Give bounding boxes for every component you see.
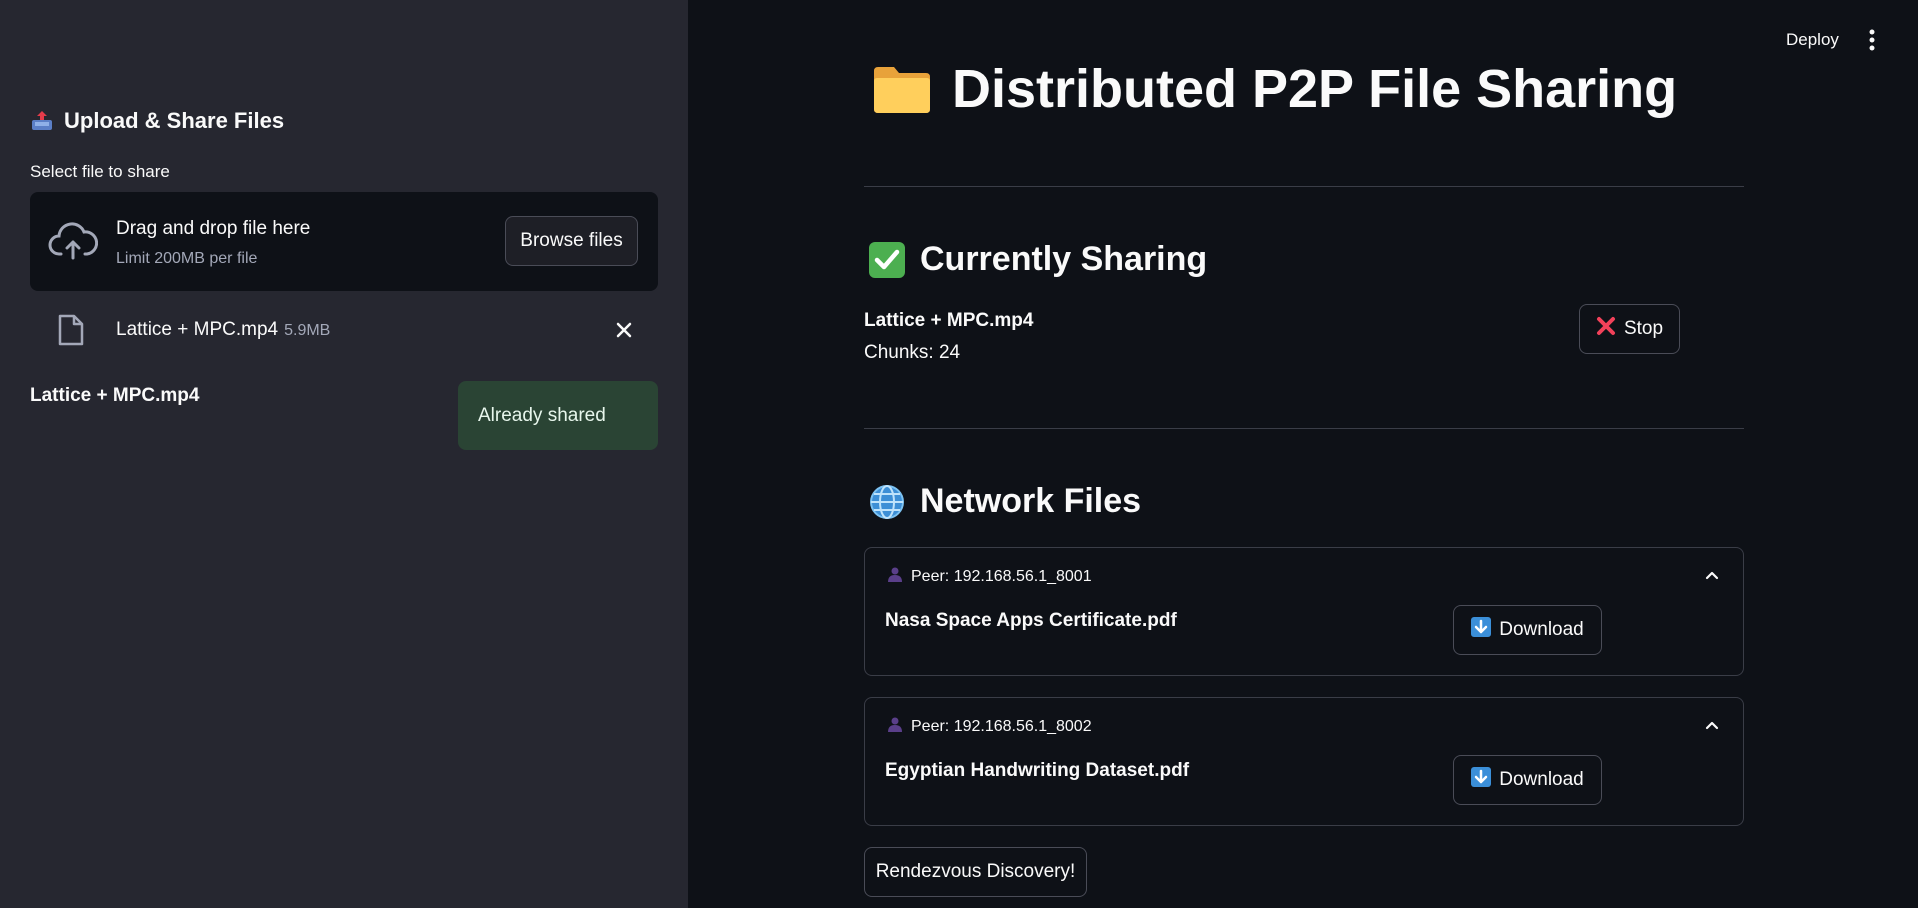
page-title: Distributed P2P File Sharing <box>872 58 1677 120</box>
peer-expander: Peer: 192.168.56.1_8002 Egyptian Handwri… <box>864 697 1744 826</box>
download-button[interactable]: Download <box>1453 605 1602 655</box>
divider <box>864 186 1744 187</box>
divider <box>864 428 1744 429</box>
current-file-name: Lattice + MPC.mp4 <box>864 310 1034 331</box>
sidebar-title-text: Upload & Share Files <box>64 108 285 133</box>
rendezvous-discovery-button[interactable]: Rendezvous Discovery! <box>864 847 1087 897</box>
download-label: Download <box>1499 769 1584 790</box>
file-select-label: Select file to share <box>30 162 170 181</box>
stop-sharing-button[interactable]: Stop <box>1579 304 1680 354</box>
uploaded-file-row: Lattice + MPC.mp4 5.9MB <box>30 305 658 355</box>
uploaded-file-size: 5.9MB <box>284 322 331 339</box>
cloud-upload-icon <box>48 220 99 262</box>
peer-label: Peer: 192.168.56.1_8002 <box>911 717 1092 735</box>
download-label: Download <box>1499 619 1584 640</box>
currently-sharing-heading-text: Currently Sharing <box>920 240 1208 278</box>
sidebar-title: Upload & Share Files <box>30 108 284 134</box>
current-file-chunks: Chunks: 24 <box>864 342 961 363</box>
network-file-name: Nasa Space Apps Certificate.pdf <box>885 610 1177 631</box>
user-icon <box>887 716 903 737</box>
cross-mark-icon <box>1596 316 1616 342</box>
dropzone-limit: Limit 200MB per file <box>116 250 258 267</box>
currently-sharing-heading: Currently Sharing <box>868 240 1207 279</box>
peer-label: Peer: 192.168.56.1_8001 <box>911 567 1092 585</box>
chevron-up-icon[interactable] <box>1703 566 1721 584</box>
uploaded-file-name: Lattice + MPC.mp4 5.9MB <box>116 319 330 341</box>
network-file-name: Egyptian Handwriting Dataset.pdf <box>885 760 1190 781</box>
down-arrow-icon <box>1471 617 1492 643</box>
network-files-heading: Network Files <box>868 482 1141 521</box>
globe-icon <box>868 483 906 521</box>
page-title-text: Distributed P2P File Sharing <box>952 59 1678 119</box>
already-shared-alert: Already shared <box>458 381 658 450</box>
user-icon <box>887 566 903 587</box>
down-arrow-icon <box>1471 767 1492 793</box>
chevron-up-icon[interactable] <box>1703 716 1721 734</box>
outbox-tray-icon <box>30 109 54 133</box>
more-options-icon[interactable] <box>1864 28 1880 52</box>
folder-icon <box>872 63 932 115</box>
dropzone-text: Drag and drop file here <box>116 218 311 239</box>
file-dropzone[interactable]: Drag and drop file here Limit 200MB per … <box>30 192 658 291</box>
file-icon <box>58 314 84 346</box>
peer-expander-header[interactable]: Peer: 192.168.56.1_8001 <box>887 566 1092 587</box>
check-mark-icon <box>868 241 906 279</box>
browse-files-button[interactable]: Browse files <box>505 216 638 266</box>
peer-expander: Peer: 192.168.56.1_8001 Nasa Space Apps … <box>864 547 1744 676</box>
deploy-button[interactable]: Deploy <box>1786 30 1839 50</box>
sidebar: Upload & Share Files Select file to shar… <box>0 0 688 908</box>
stop-label: Stop <box>1623 318 1664 339</box>
shared-file-name: Lattice + MPC.mp4 <box>30 385 200 406</box>
peer-expander-header[interactable]: Peer: 192.168.56.1_8002 <box>887 716 1092 737</box>
remove-file-close-icon[interactable] <box>612 318 636 342</box>
download-button[interactable]: Download <box>1453 755 1602 805</box>
network-files-heading-text: Network Files <box>920 482 1142 520</box>
uploaded-file-name-text: Lattice + MPC.mp4 <box>116 319 279 340</box>
